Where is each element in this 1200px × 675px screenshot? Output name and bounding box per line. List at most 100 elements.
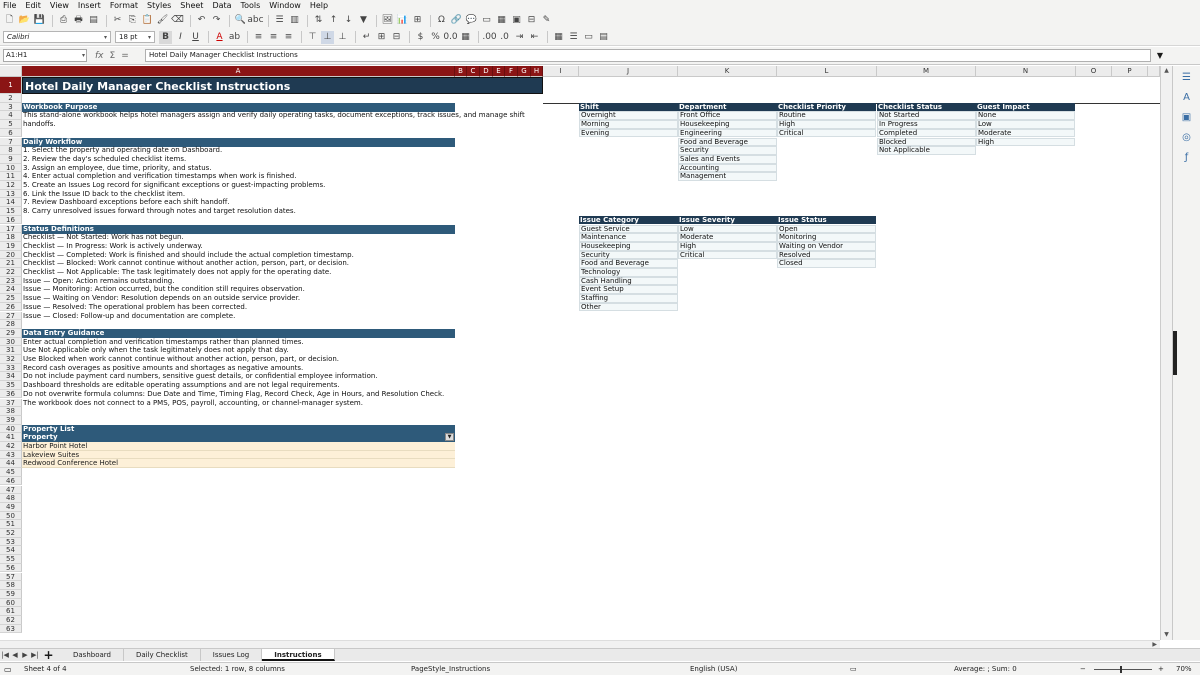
row-header[interactable]: 60 xyxy=(0,598,22,608)
column-header[interactable]: P xyxy=(1112,66,1148,77)
lookup-value[interactable]: Security xyxy=(678,146,777,155)
spelling-icon[interactable]: abc xyxy=(247,14,263,27)
zoom-out-icon[interactable]: − xyxy=(1080,663,1086,675)
lookup-value[interactable]: Moderate xyxy=(976,128,1075,138)
zoom-level[interactable]: 70% xyxy=(1176,663,1192,675)
font-name-box[interactable]: Calibri ▾ xyxy=(3,31,111,43)
page-style[interactable]: PageStyle_Instructions xyxy=(411,663,490,675)
column-header[interactable]: H xyxy=(531,66,543,77)
row-header[interactable]: 17 xyxy=(0,224,22,234)
status-definition[interactable]: Issue — Open: Action remains outstanding… xyxy=(22,277,174,286)
column-header[interactable]: C xyxy=(467,66,480,77)
lookup-value[interactable]: Resolved xyxy=(777,250,876,260)
row-header[interactable]: 62 xyxy=(0,616,22,625)
select-all-corner[interactable] xyxy=(0,66,22,77)
show-draw-functions-icon[interactable]: ✎ xyxy=(540,14,553,27)
sort-descending-icon[interactable]: ↓ xyxy=(342,14,355,27)
status-definition[interactable]: Issue — Waiting on Vendor: Resolution de… xyxy=(22,294,300,303)
guidance-item[interactable]: Enter actual completion and verification… xyxy=(22,338,304,347)
insert-image-icon[interactable]: 🖼 xyxy=(381,14,394,27)
language[interactable]: English (USA) xyxy=(690,663,737,675)
lookup-value[interactable]: Overnight xyxy=(579,111,678,121)
sheet-tab[interactable]: Dashboard xyxy=(61,649,124,661)
row-header[interactable]: 25 xyxy=(0,294,22,303)
row-header[interactable]: 22 xyxy=(0,268,22,277)
row-header[interactable]: 48 xyxy=(0,494,22,503)
row-icon[interactable]: ☰ xyxy=(273,14,286,27)
print-icon[interactable]: 🖶 xyxy=(72,14,85,27)
find-replace-icon[interactable]: 🔍 xyxy=(234,14,247,27)
row-header[interactable]: 50 xyxy=(0,511,22,521)
row-header[interactable]: 15 xyxy=(0,207,22,216)
next-sheet-icon[interactable]: ▶ xyxy=(20,649,30,661)
column-header[interactable]: D xyxy=(480,66,493,77)
lookup-header-issue-category[interactable]: Issue Category xyxy=(579,216,678,225)
row-header[interactable]: 27 xyxy=(0,311,22,321)
menu-item-styles[interactable]: Styles xyxy=(147,0,171,12)
borders-icon[interactable]: ▦ xyxy=(552,31,565,44)
header-footer-icon[interactable]: ▭ xyxy=(480,14,493,27)
row-header[interactable]: 10 xyxy=(0,163,22,173)
row-header[interactable]: 1 xyxy=(0,77,22,94)
export-pdf-icon[interactable]: ⎙ xyxy=(57,14,70,27)
row-header[interactable]: 46 xyxy=(0,476,22,486)
row-header[interactable]: 47 xyxy=(0,485,22,495)
number-format-icon[interactable]: 0.0 xyxy=(443,31,457,44)
wrap-text-icon[interactable]: ↵ xyxy=(360,31,373,44)
currency-format-icon[interactable]: $ xyxy=(414,31,427,44)
lookup-value[interactable]: Staffing xyxy=(579,294,678,303)
function-wizard-icon[interactable]: fx xyxy=(95,51,104,61)
workflow-step[interactable]: 4. Enter actual completion and verificat… xyxy=(22,172,296,181)
special-character-icon[interactable]: Ω xyxy=(435,14,448,27)
workflow-step[interactable]: 8. Carry unresolved issues forward throu… xyxy=(22,207,296,216)
lookup-value[interactable]: Morning xyxy=(579,120,678,129)
lookup-header-checklist-status[interactable]: Checklist Status xyxy=(877,103,976,112)
lookup-value[interactable]: In Progress xyxy=(877,120,976,129)
bold-icon[interactable]: B xyxy=(159,30,172,44)
lookup-value[interactable]: Food and Beverage xyxy=(579,259,678,268)
row-header[interactable]: 43 xyxy=(0,450,22,460)
highlight-color-icon[interactable]: ab xyxy=(228,31,241,44)
menu-item-insert[interactable]: Insert xyxy=(78,0,101,12)
vertical-scrollbar[interactable]: ▲ ▼ xyxy=(1160,66,1172,640)
row-header[interactable]: 51 xyxy=(0,520,22,529)
print-preview-icon[interactable]: ▤ xyxy=(87,14,100,27)
functions-icon[interactable]: ƒ xyxy=(1179,152,1195,166)
lookup-value[interactable]: Blocked xyxy=(877,137,976,147)
formula-icon[interactable]: = xyxy=(121,51,129,61)
clear-formatting-icon[interactable]: ⌫ xyxy=(171,14,184,27)
lookup-value[interactable]: Critical xyxy=(777,128,876,138)
row-header[interactable]: 56 xyxy=(0,563,22,573)
row-header[interactable]: 19 xyxy=(0,241,22,251)
lookup-value[interactable]: Guest Service xyxy=(579,224,678,234)
redo-icon[interactable]: ↷ xyxy=(210,14,223,27)
pivot-table-icon[interactable]: ⊞ xyxy=(411,14,424,27)
unmerge-icon[interactable]: ⊟ xyxy=(390,31,403,44)
row-header[interactable]: 11 xyxy=(0,172,22,181)
copy-icon[interactable]: ⎘ xyxy=(126,14,139,27)
row-header[interactable]: 52 xyxy=(0,529,22,538)
lookup-value[interactable]: Management xyxy=(678,172,777,181)
property-row[interactable]: Redwood Conference Hotel xyxy=(22,459,455,469)
lookup-value[interactable]: Completed xyxy=(877,128,976,138)
lookup-value[interactable]: Evening xyxy=(579,128,678,138)
row-header[interactable]: 23 xyxy=(0,276,22,286)
border-color-icon[interactable]: ▭ xyxy=(582,31,595,44)
row-header[interactable]: 8 xyxy=(0,146,22,155)
merge-center-icon[interactable]: ⊞ xyxy=(375,31,388,44)
selection-mode-icon[interactable]: ▭ xyxy=(850,663,857,675)
row-header[interactable]: 5 xyxy=(0,120,22,129)
lookup-header-issue-status[interactable]: Issue Status xyxy=(777,216,876,225)
autofilter-dropdown-icon[interactable]: ▼ xyxy=(445,433,454,442)
row-header[interactable]: 31 xyxy=(0,346,22,355)
column-icon[interactable]: ▥ xyxy=(288,14,301,27)
column-header[interactable]: M xyxy=(877,66,976,77)
lookup-header-shift[interactable]: Shift xyxy=(579,103,678,112)
menu-item-view[interactable]: View xyxy=(50,0,69,12)
guidance-item[interactable]: Dashboard thresholds are editable operat… xyxy=(22,381,340,390)
column-header[interactable]: F xyxy=(505,66,518,77)
lookup-value[interactable]: High xyxy=(777,120,876,129)
hyperlink-icon[interactable]: 🔗 xyxy=(450,14,463,27)
column-header[interactable]: B xyxy=(455,66,467,77)
sum-icon[interactable]: Σ xyxy=(110,51,116,61)
